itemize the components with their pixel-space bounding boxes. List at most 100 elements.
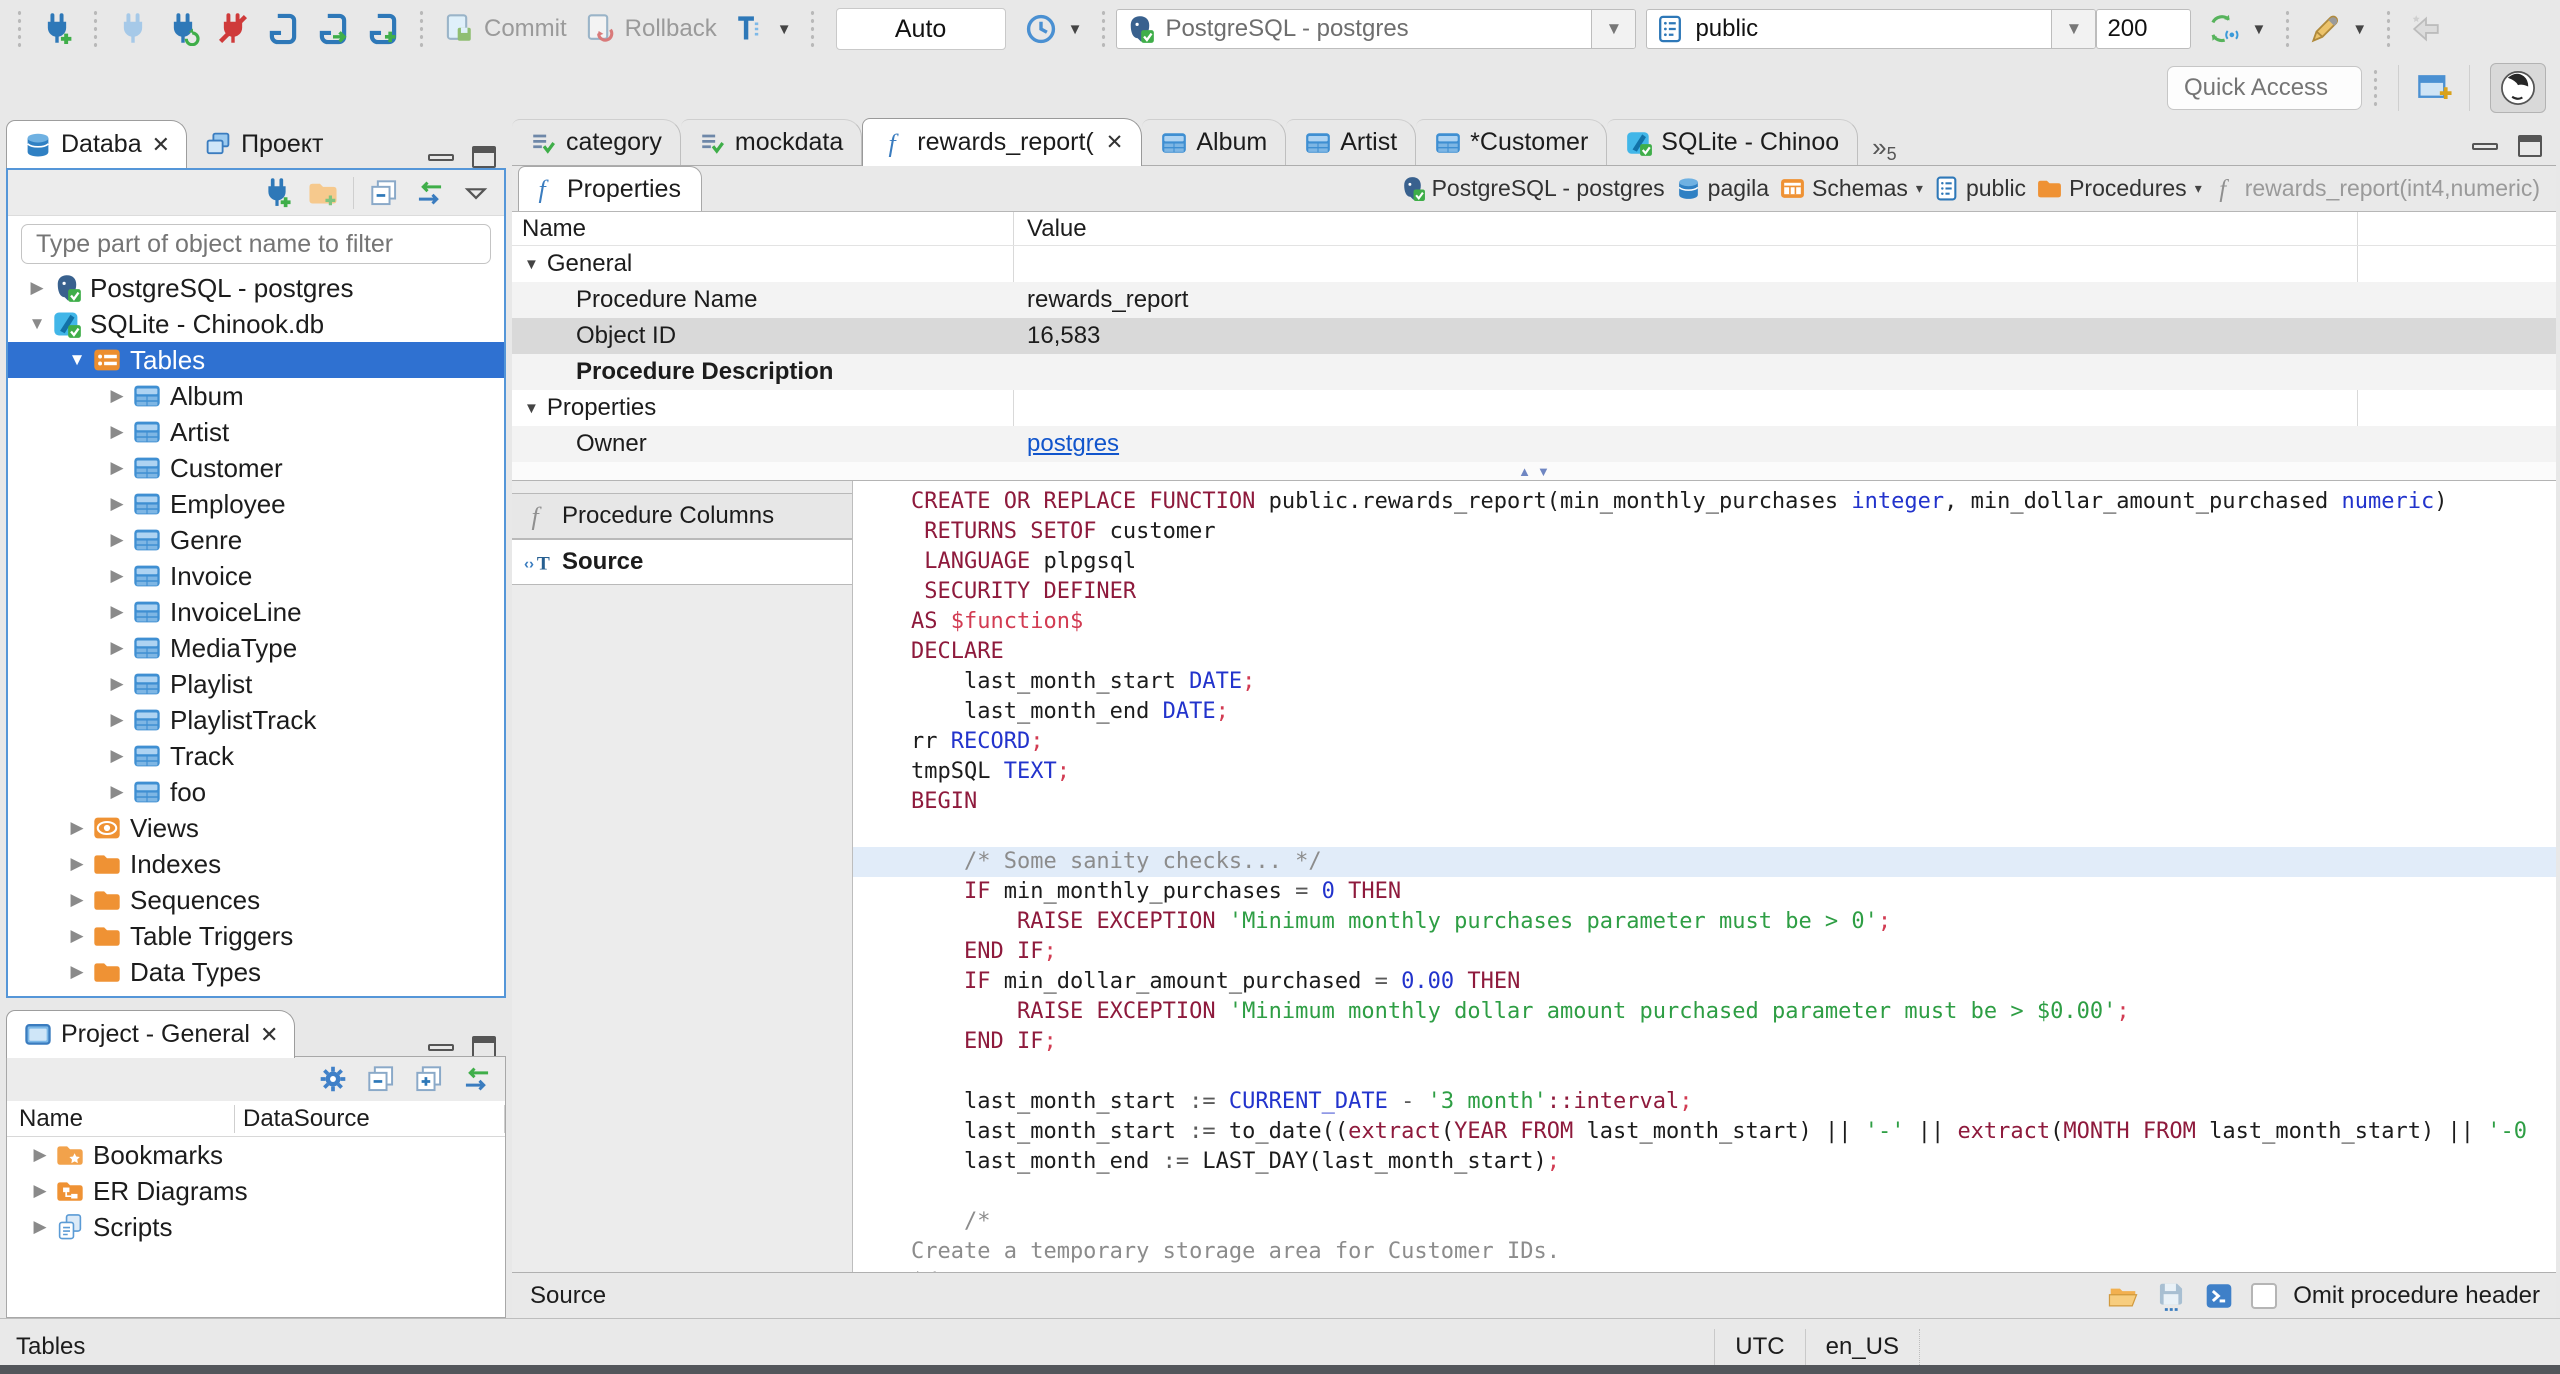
sash-up-icon[interactable]: ▲ [1518, 465, 1531, 478]
tree-collapsed-arrow-icon[interactable]: ▶ [102, 710, 132, 730]
property-row-general[interactable]: ▼ General [512, 246, 2556, 282]
minimize-icon[interactable] [2472, 142, 2498, 150]
new-connection-icon[interactable] [261, 177, 293, 209]
tab-overflow-button[interactable]: » 5 [1858, 130, 1906, 165]
tree-item-table-triggers[interactable]: ▶ Table Triggers [8, 918, 504, 954]
tree-collapsed-arrow-icon[interactable]: ▶ [102, 782, 132, 802]
breadcrumb-item-public[interactable]: public [1933, 175, 2026, 202]
tree-item-data-types[interactable]: ▶ Data Types [8, 954, 504, 990]
dropdown-arrow-icon[interactable]: ▾ [1916, 180, 1923, 197]
tree-collapsed-arrow-icon[interactable]: ▶ [62, 854, 92, 874]
tree-collapsed-arrow-icon[interactable]: ▶ [62, 962, 92, 982]
collapse-all-icon[interactable] [368, 177, 400, 209]
project-item-bookmarks[interactable]: ▶ Bookmarks [7, 1137, 505, 1173]
tree-item-customer[interactable]: ▶ Customer [8, 450, 504, 486]
tree-item-invoice[interactable]: ▶ Invoice [8, 558, 504, 594]
property-row-procedure-description[interactable]: Procedure Description [512, 354, 2556, 390]
breadcrumb-item-pagila[interactable]: pagila [1675, 175, 1769, 202]
property-value[interactable]: postgres [1013, 430, 1119, 458]
tree-collapsed-arrow-icon[interactable]: ▶ [102, 566, 132, 586]
locale-indicator[interactable]: en_US [1806, 1328, 1920, 1365]
rollback-button[interactable]: Rollback [575, 8, 725, 50]
tree-collapsed-arrow-icon[interactable]: ▶ [102, 674, 132, 694]
tree-collapsed-arrow-icon[interactable]: ▶ [102, 458, 132, 478]
disconnect-button[interactable] [208, 8, 258, 50]
transaction-log-button[interactable]: ▼ [1016, 8, 1091, 50]
property-row-owner[interactable]: Owner postgres [512, 426, 2556, 462]
tree-item-sqlite-chinook-db[interactable]: ▼ SQLite - Chinook.db [8, 306, 504, 342]
schema-dropdown-button[interactable]: ▼ [2051, 10, 2096, 48]
tree-collapsed-arrow-icon[interactable]: ▶ [102, 530, 132, 550]
collapse-all-icon[interactable] [365, 1063, 397, 1095]
tree-item-tables[interactable]: ▼ Tables [8, 342, 504, 378]
tree-collapsed-arrow-icon[interactable]: ▶ [62, 926, 92, 946]
transaction-mode-button[interactable]: ▼ [725, 8, 800, 50]
open-perspective-button[interactable] [2409, 63, 2459, 113]
tree-item-track[interactable]: ▶ Track [8, 738, 504, 774]
minimize-icon[interactable] [428, 153, 454, 161]
tree-item-genre[interactable]: ▶ Genre [8, 522, 504, 558]
tree-item-playlist[interactable]: ▶ Playlist [8, 666, 504, 702]
persist-console-icon[interactable] [2203, 1280, 2235, 1312]
tree-item-postgresql-postgres[interactable]: ▶ PostgreSQL - postgres [8, 270, 504, 306]
tree-collapsed-arrow-icon[interactable]: ▶ [62, 818, 92, 838]
property-row-properties[interactable]: ▼ Properties [512, 390, 2556, 426]
editor-tab-category[interactable]: category [512, 119, 681, 165]
connection-dropdown-button[interactable]: ▼ [1591, 10, 1636, 48]
tree-collapsed-arrow-icon[interactable]: ▶ [102, 638, 132, 658]
editor-tab-rewards_report-[interactable]: f rewards_report(✕ [862, 118, 1143, 166]
breadcrumb-item-procedures[interactable]: Procedures ▾ [2036, 175, 2202, 202]
open-sql-script-button[interactable] [308, 8, 358, 50]
save-to-file-icon[interactable] [2155, 1280, 2187, 1312]
view-menu-icon[interactable] [460, 177, 492, 209]
column-header-value[interactable]: Value [1013, 215, 1087, 243]
editor-tab-album[interactable]: Album [1142, 119, 1287, 165]
tab-properties[interactable]: f Properties [518, 166, 702, 211]
subtab-source[interactable]: ‹› T Source [512, 539, 852, 585]
connect-button[interactable] [108, 8, 158, 50]
tree-collapsed-arrow-icon[interactable]: ▶ [25, 1217, 55, 1237]
sql-editor-button[interactable] [258, 8, 308, 50]
property-row-object-id[interactable]: Object ID 16,583 [512, 318, 2556, 354]
schema-combo[interactable]: public ▼ [1646, 9, 2097, 49]
omit-procedure-header-checkbox[interactable] [2251, 1282, 2278, 1309]
minimize-icon[interactable] [428, 1043, 454, 1051]
commit-button[interactable]: Commit [434, 8, 575, 50]
breadcrumb-item-postgresql-postgres[interactable]: PostgreSQL - postgres [1399, 175, 1665, 202]
maximize-icon[interactable] [2518, 135, 2542, 157]
tree-item-foo[interactable]: ▶ foo [8, 774, 504, 810]
dbeaver-perspective-button[interactable] [2490, 63, 2546, 113]
editor-tab-mockdata[interactable]: mockdata [680, 119, 863, 165]
tree-expanded-arrow-icon[interactable]: ▼ [62, 350, 92, 370]
expand-all-icon[interactable] [413, 1063, 445, 1095]
tree-collapsed-arrow-icon[interactable]: ▶ [22, 278, 52, 298]
fetch-size-input[interactable] [2096, 9, 2192, 49]
close-icon[interactable]: ✕ [260, 1022, 278, 1048]
view-tab-проект[interactable]: Проект [187, 120, 339, 168]
tree-collapsed-arrow-icon[interactable]: ▶ [102, 422, 132, 442]
link-with-editor-icon[interactable] [414, 177, 446, 209]
owner-link[interactable]: postgres [1027, 430, 1119, 457]
group-expand-arrow-icon[interactable]: ▼ [524, 256, 539, 273]
tree-item-employee[interactable]: ▶ Employee [8, 486, 504, 522]
tab-project-general[interactable]: Project - General ✕ [6, 1010, 296, 1058]
tree-item-album[interactable]: ▶ Album [8, 378, 504, 414]
tree-collapsed-arrow-icon[interactable]: ▶ [25, 1145, 55, 1165]
column-header-name[interactable]: Name [7, 1104, 235, 1133]
column-header-datasource[interactable]: DataSource [235, 1104, 505, 1133]
tree-item-mediatype[interactable]: ▶ MediaType [8, 630, 504, 666]
settings-gear-icon[interactable] [317, 1063, 349, 1095]
new-folder-icon[interactable] [307, 177, 339, 209]
project-item-scripts[interactable]: ▶ Scripts [7, 1209, 505, 1245]
tree-item-playlisttrack[interactable]: ▶ PlaylistTrack [8, 702, 504, 738]
back-button[interactable] [2401, 8, 2451, 50]
source-editor[interactable]: CREATE OR REPLACE FUNCTION public.reward… [853, 481, 2556, 1272]
quick-access-input[interactable] [2167, 66, 2362, 110]
reconnect-button[interactable] [158, 8, 208, 50]
group-expand-arrow-icon[interactable]: ▼ [524, 400, 539, 417]
sash-down-icon[interactable]: ▼ [1537, 465, 1550, 478]
column-header-name[interactable]: Name [512, 215, 1013, 243]
editor-tab--customer[interactable]: *Customer [1416, 119, 1608, 165]
project-item-er-diagrams[interactable]: ▶ ER Diagrams [7, 1173, 505, 1209]
editor-tab-artist[interactable]: Artist [1286, 119, 1417, 165]
